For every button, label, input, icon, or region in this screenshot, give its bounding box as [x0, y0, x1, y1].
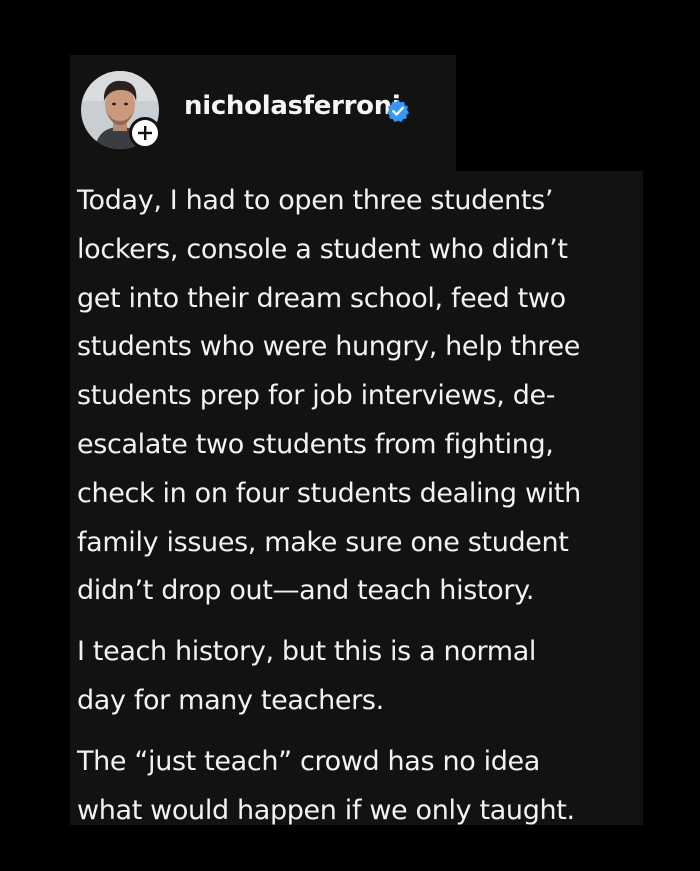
plus-icon — [138, 126, 152, 140]
caption-line: I teach history, but this is a normal — [77, 636, 537, 668]
post-caption: Today, I had to open three students’ loc… — [77, 177, 643, 835]
caption-line: students who were hungry, help three — [77, 331, 581, 363]
verified-badge-icon — [386, 99, 410, 123]
post-header: nicholasferroni — [70, 55, 456, 171]
caption-line: day for many teachers. — [77, 684, 384, 716]
caption-line: lockers, console a student who didn’t — [77, 233, 568, 265]
caption-paragraph: The “just teach” crowd has no idea what … — [77, 738, 643, 836]
caption-line: The “just teach” crowd has no idea — [77, 745, 540, 777]
caption-line: students prep for job interviews, de- — [77, 380, 556, 412]
caption-line: escalate two students from fighting, — [77, 428, 554, 460]
caption-line: didn’t drop out—and teach history. — [77, 575, 535, 607]
caption-paragraph: Today, I had to open three students’ loc… — [77, 177, 643, 616]
post-body: Today, I had to open three students’ loc… — [70, 171, 643, 826]
caption-line: get into their dream school, feed two — [77, 282, 566, 314]
caption-line: check in on four students dealing with — [77, 477, 581, 509]
caption-line: what would happen if we only taught. — [77, 794, 575, 826]
follow-button[interactable] — [129, 117, 161, 149]
caption-line: family issues, make sure one student — [77, 526, 569, 558]
caption-line: Today, I had to open three students’ — [77, 185, 554, 216]
username[interactable]: nicholasferroni — [184, 93, 401, 119]
caption-paragraph: I teach history, but this is a normal da… — [77, 628, 643, 726]
